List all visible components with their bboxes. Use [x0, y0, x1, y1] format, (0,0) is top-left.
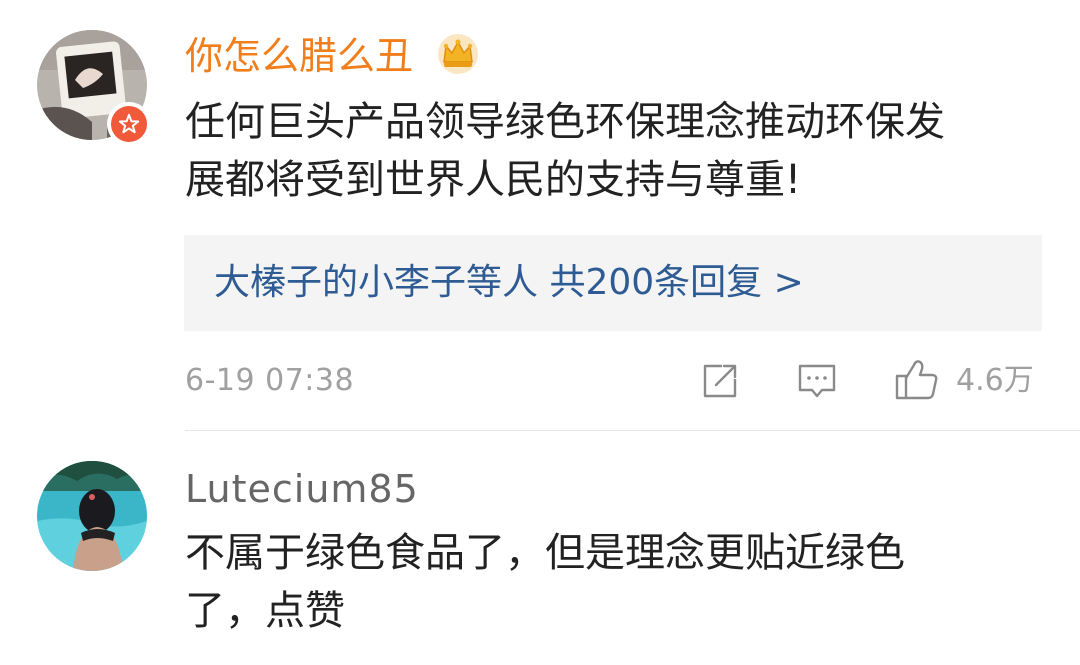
comment-item: 你怎么腊么丑 任何巨头产品领导绿色环保理念推动环保发 展都将受到世界人民的支持与… — [0, 0, 1080, 430]
comment-bubble-icon[interactable] — [797, 361, 837, 401]
comment-username[interactable]: 你怎么腊么丑 — [185, 34, 413, 78]
replies-preview[interactable]: 大榛子的小李子等人 共200条回复 > — [184, 235, 1042, 331]
avatar-photo — [37, 461, 147, 571]
comment-username[interactable]: Lutecium85 — [185, 467, 419, 511]
comment-text-line: 展都将受到世界人民的支持与尊重! — [185, 157, 802, 203]
comment-text: 任何巨头产品领导绿色环保理念推动环保发 展都将受到世界人民的支持与尊重! — [185, 93, 945, 209]
user-avatar[interactable] — [37, 461, 147, 571]
verified-badge — [107, 102, 151, 146]
comment-text-line: 不属于绿色食品了，但是理念更贴近绿色 — [185, 530, 905, 576]
vip-star-icon — [118, 113, 140, 134]
comment-timestamp: 6-19 07:38 — [185, 363, 355, 398]
comment-text-line: 任何巨头产品领导绿色环保理念推动环保发 — [185, 99, 945, 145]
like-count: 4.6万 — [956, 363, 1034, 398]
thumbs-up-icon[interactable] — [894, 357, 940, 403]
comment-item: Lutecium85 不属于绿色食品了，但是理念更贴近绿色 了，点赞 — [0, 431, 1080, 665]
crown-icon — [438, 34, 478, 74]
replies-summary-link[interactable]: 大榛子的小李子等人 共200条回复 > — [214, 259, 804, 307]
share-icon[interactable] — [700, 361, 740, 401]
comment-text: 不属于绿色食品了，但是理念更贴近绿色 了，点赞 — [185, 524, 905, 640]
comment-text-line: 了，点赞 — [185, 588, 345, 634]
